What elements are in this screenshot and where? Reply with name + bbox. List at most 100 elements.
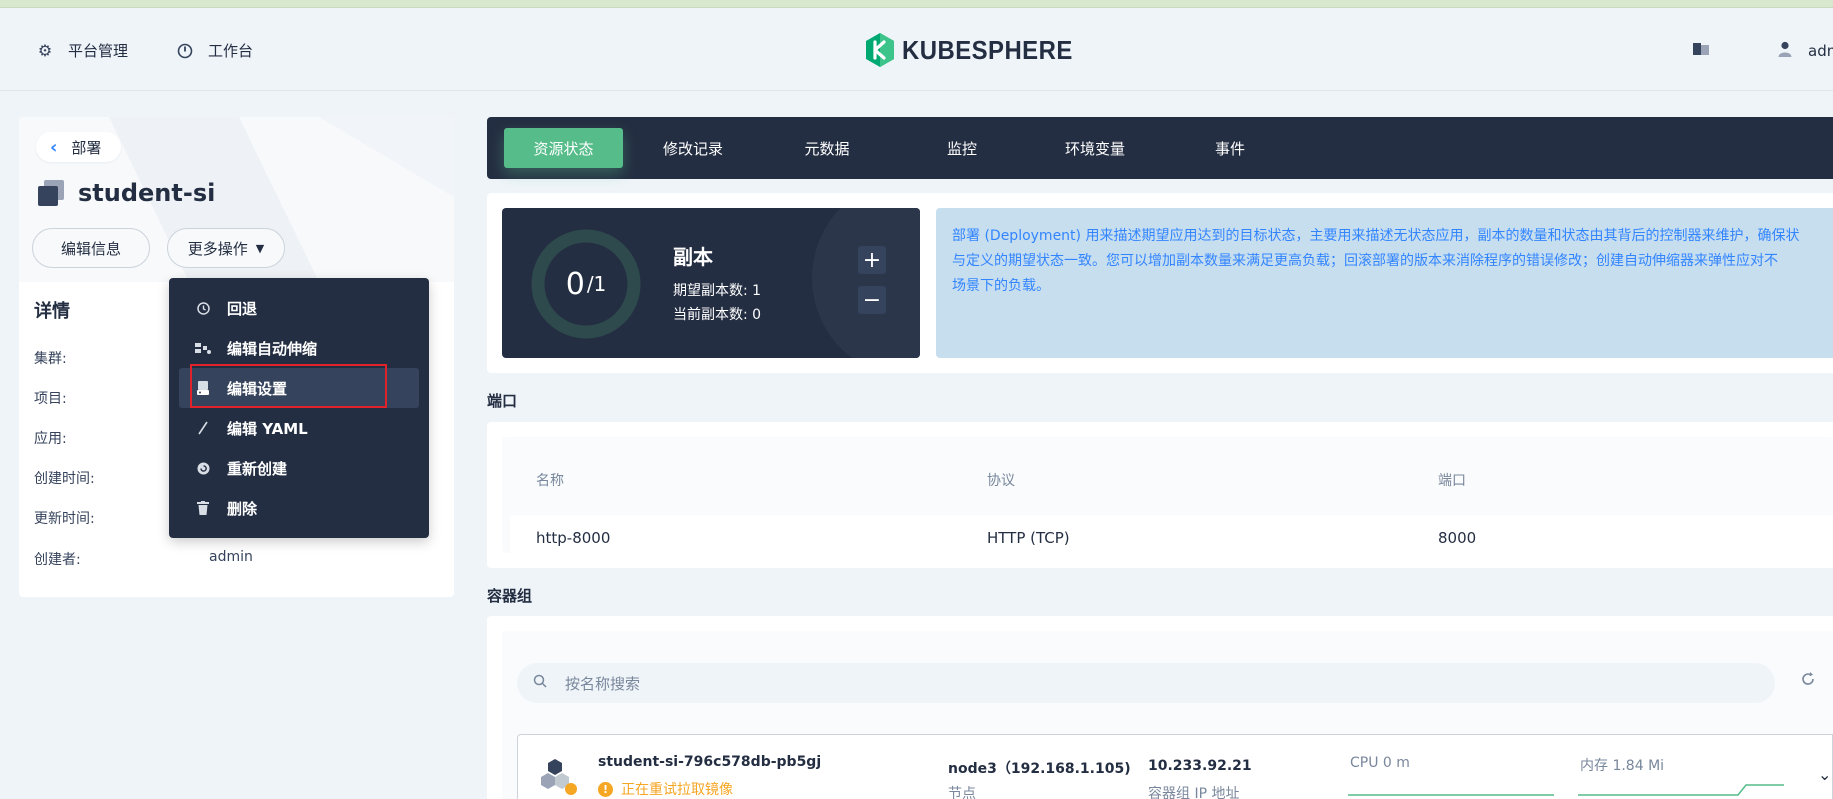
storage-icon <box>195 381 211 395</box>
port-protocol-cell: HTTP (TCP) <box>987 529 1070 547</box>
description-line: 部署 (Deployment) 用来描述期望应用达到的目标状态，主要用来描述无状… <box>952 228 1800 244</box>
replica-current-line: 当前副本数: 0 <box>673 307 762 323</box>
table-row: http-8000 HTTP (TCP) 8000 <box>510 515 1833 559</box>
ports-section: 名称 协议 端口 http-8000 HTTP (TCP) 8000 <box>487 422 1833 568</box>
ports-table: 名称 协议 端口 http-8000 HTTP (TCP) 8000 <box>502 437 1833 559</box>
top-header: ⚙ 平台管理 工作台 KUBESPHERE adm <box>0 8 1833 91</box>
pod-status: ! 正在重试拉取镜像 <box>598 779 733 799</box>
menu-item-edit-autoscale-label: 编辑自动伸缩 <box>227 339 318 358</box>
menu-item-delete-label: 删除 <box>227 499 258 518</box>
description-line: 场景下的负载。 <box>952 278 1050 294</box>
tab-metadata[interactable]: 元数据 <box>767 128 887 168</box>
menu-item-edit-settings-label: 编辑设置 <box>227 379 288 398</box>
pods-panel: 按名称搜索 student-si-796c578db-pb5gj ! 正在重试拉… <box>502 631 1833 799</box>
pod-status-text: 正在重试拉取镜像 <box>621 782 733 798</box>
deployment-title: student-si <box>38 179 215 207</box>
autoscale-icon <box>195 342 211 355</box>
replica-card-decoration <box>812 208 920 358</box>
ports-header-port: 端口 <box>1438 473 1466 489</box>
scale-up-button[interactable]: + <box>858 246 886 274</box>
deployment-name: student-si <box>78 179 216 207</box>
scale-down-button[interactable]: − <box>858 286 886 314</box>
port-name-cell: http-8000 <box>536 529 611 547</box>
search-icon <box>533 674 547 692</box>
more-actions-dropdown: 回退 编辑自动伸缩 编辑设置 编辑 YAML 重新创建 删除 <box>169 278 429 538</box>
expand-chevron-icon[interactable]: ⌄ <box>1818 765 1831 784</box>
menu-item-rollback-label: 回退 <box>227 299 258 318</box>
detail-label-created: 创建时间: <box>34 471 95 487</box>
more-actions-label: 更多操作 <box>187 239 248 258</box>
menu-item-recreate[interactable]: 重新创建 <box>179 448 419 488</box>
edit-info-label: 编辑信息 <box>60 239 121 258</box>
user-name: adm <box>1808 42 1833 60</box>
docs-icon[interactable] <box>1692 42 1710 60</box>
ports-header-name: 名称 <box>536 473 564 489</box>
tab-monitoring[interactable]: 监控 <box>902 128 1022 168</box>
replica-current: 0 <box>565 266 585 302</box>
tab-events[interactable]: 事件 <box>1170 128 1290 168</box>
tab-revision-records[interactable]: 修改记录 <box>633 128 753 168</box>
replica-desired: /1 <box>586 272 607 296</box>
gear-icon: ⚙ <box>37 41 53 60</box>
menu-item-edit-yaml-label: 编辑 YAML <box>227 419 308 438</box>
detail-value-creator: admin <box>209 549 253 565</box>
detail-label-cluster: 集群: <box>34 351 67 367</box>
port-number-cell: 8000 <box>1438 529 1477 547</box>
pod-name[interactable]: student-si-796c578db-pb5gj <box>598 754 821 770</box>
kubesphere-logo[interactable]: KUBESPHERE <box>864 32 1088 68</box>
edit-info-button[interactable]: 编辑信息 <box>32 228 150 268</box>
ports-section-title: 端口 <box>487 392 518 410</box>
trash-icon <box>195 501 211 515</box>
menu-item-recreate-label: 重新创建 <box>227 459 288 478</box>
kubesphere-logo-icon <box>866 33 894 67</box>
detail-label-project: 项目: <box>34 391 67 407</box>
nav-workbench-label: 工作台 <box>208 42 254 60</box>
browser-top-strip <box>0 0 1833 8</box>
menu-item-edit-settings[interactable]: 编辑设置 <box>179 368 419 408</box>
tab-resource-status[interactable]: 资源状态 <box>504 128 623 168</box>
refresh-icon[interactable] <box>1800 671 1816 691</box>
replica-card: 0/1 副本 期望副本数: 1 当前副本数: 0 + − <box>502 208 920 358</box>
detail-tabs: 资源状态 修改记录 元数据 监控 环境变量 事件 <box>487 117 1833 179</box>
user-menu[interactable]: adm <box>1778 41 1833 61</box>
detail-label-updated: 更新时间: <box>34 511 95 527</box>
menu-item-edit-autoscale[interactable]: 编辑自动伸缩 <box>179 328 419 368</box>
pod-node[interactable]: node3（192.168.1.105) <box>948 758 1131 778</box>
nav-workbench[interactable]: 工作台 <box>176 40 253 61</box>
more-actions-button[interactable]: 更多操作 ▼ <box>167 228 285 268</box>
details-heading: 详情 <box>34 301 70 322</box>
menu-item-rollback[interactable]: 回退 <box>179 288 419 328</box>
menu-item-edit-yaml[interactable]: 编辑 YAML <box>179 408 419 448</box>
replica-count: 0/1 <box>530 228 642 340</box>
deployment-icon <box>38 180 64 206</box>
replica-desired-line: 期望副本数: 1 <box>673 283 762 299</box>
chevron-left-icon: ‹ <box>50 136 58 158</box>
description-line: 与定义的期望状态一致。您可以增加副本数量来满足更高负载；回滚部署的版本来消除程序… <box>952 253 1778 269</box>
pod-list-item[interactable]: student-si-796c578db-pb5gj ! 正在重试拉取镜像 no… <box>517 734 1833 799</box>
detail-label-app: 应用: <box>34 431 67 447</box>
cpu-sparkline <box>1348 794 1554 796</box>
ports-header-protocol: 协议 <box>987 473 1015 489</box>
pen-icon <box>195 421 211 435</box>
memory-sparkline <box>1578 784 1784 796</box>
detail-label-creator: 创建者: <box>34 552 81 568</box>
pod-cpu: CPU 0 m <box>1350 755 1410 771</box>
pod-search-input[interactable]: 按名称搜索 <box>517 663 1775 703</box>
replica-section: 0/1 副本 期望副本数: 1 当前副本数: 0 + − 部署 (Deploym… <box>487 193 1833 373</box>
dashboard-icon <box>176 42 194 60</box>
nav-platform-management[interactable]: ⚙ 平台管理 <box>36 40 128 61</box>
menu-item-delete[interactable]: 删除 <box>179 488 419 528</box>
pod-memory: 内存 1.84 Mi <box>1580 758 1665 774</box>
pod-node-label: 节点 <box>948 786 976 799</box>
logo-text: KUBESPHERE <box>902 34 1073 65</box>
nav-platform-label: 平台管理 <box>68 42 129 60</box>
deployment-description: 部署 (Deployment) 用来描述期望应用达到的目标状态，主要用来描述无状… <box>936 208 1833 358</box>
history-icon <box>195 301 211 315</box>
back-to-deployments-button[interactable]: ‹ 部署 <box>36 132 122 162</box>
replica-title: 副本 <box>673 245 713 269</box>
back-label: 部署 <box>71 138 102 157</box>
pod-icon <box>540 759 580 799</box>
warning-icon: ! <box>598 781 613 797</box>
tab-environment-variables[interactable]: 环境变量 <box>1035 128 1155 168</box>
pods-section-title: 容器组 <box>487 587 533 605</box>
